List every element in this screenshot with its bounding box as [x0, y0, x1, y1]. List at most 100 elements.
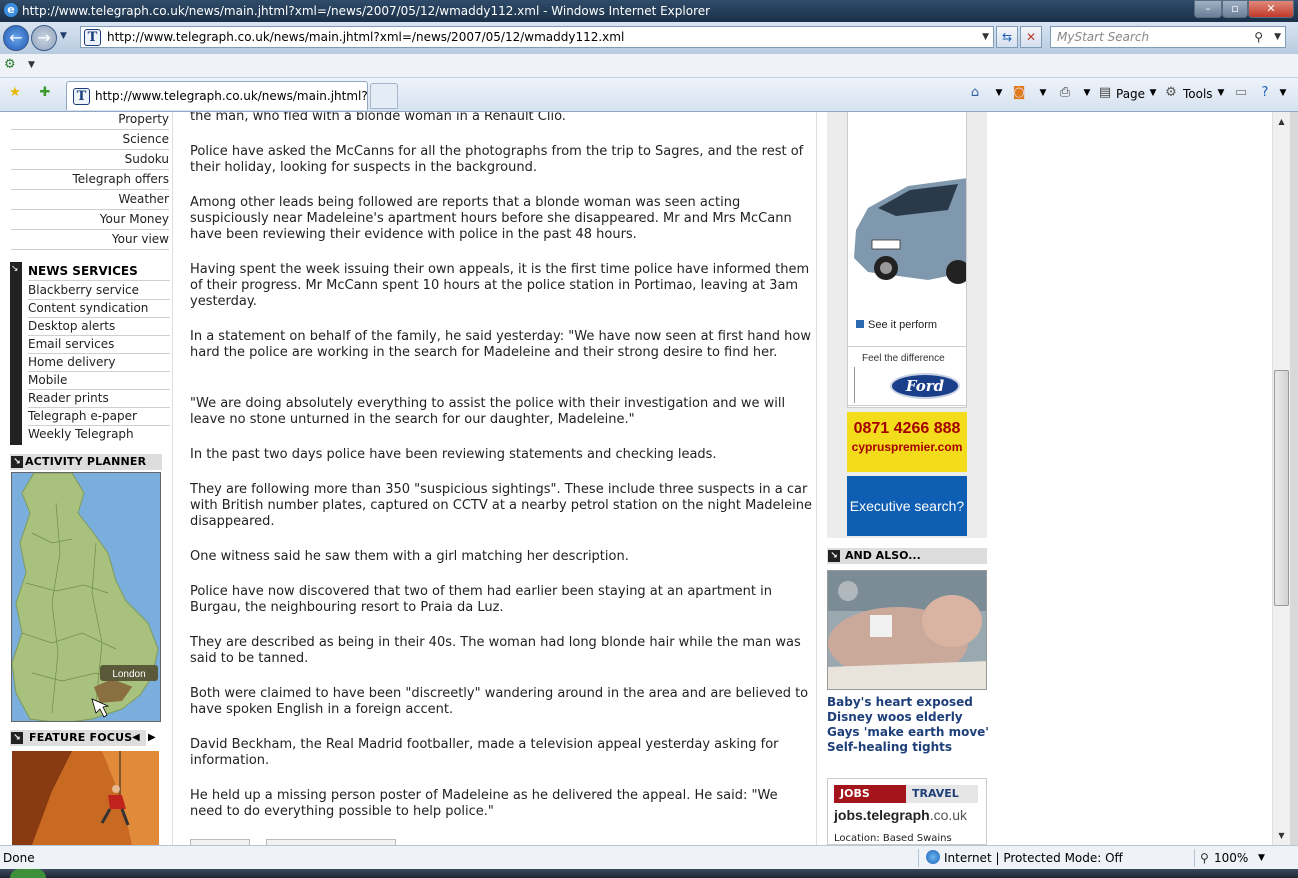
page-menu[interactable]: Page [1116, 85, 1145, 103]
service-weekly-telegraph[interactable]: Weekly Telegraph [28, 426, 170, 444]
and-also-link[interactable]: Baby's heart exposed [827, 695, 992, 710]
ford-divider [854, 367, 855, 403]
feeds-icon[interactable]: ◙ [1010, 84, 1028, 102]
feature-focus-title: FEATURE FOCUS [29, 731, 133, 744]
nav-link-your-money[interactable]: Your Money [11, 210, 169, 230]
search-placeholder: MyStart Search [1057, 30, 1150, 44]
new-tab-button[interactable] [370, 83, 398, 109]
stop-button[interactable]: ✕ [1020, 26, 1042, 48]
nav-link-telegraph-offers[interactable]: Telegraph offers [11, 170, 169, 190]
and-also-link[interactable]: Gays 'make earth move' [827, 725, 992, 740]
service-desktop-alerts[interactable]: Desktop alerts [28, 318, 170, 336]
tab-current[interactable]: T http://www.telegraph.co.uk/news/main.j… [66, 81, 368, 110]
search-input[interactable]: MyStart Search ⚲ ▼ [1050, 26, 1286, 48]
scrollbar-thumb[interactable] [1274, 370, 1289, 606]
tools-dropdown-icon[interactable]: ▼ [1212, 84, 1230, 102]
article-paragraph: Police have asked the McCanns for all th… [190, 144, 804, 175]
service-content-syndication[interactable]: Content syndication [28, 300, 170, 318]
print-icon[interactable]: ⎙ [1056, 84, 1074, 102]
nav-link-sudoku[interactable]: Sudoku [11, 150, 169, 170]
service-mobile[interactable]: Mobile [28, 372, 170, 390]
service-blackberry[interactable]: Blackberry service [28, 282, 170, 300]
links-dropdown-icon[interactable]: ▼ [28, 60, 35, 70]
jobs-logo-name: jobs.telegraph [834, 807, 930, 823]
refresh-button[interactable]: ⇆ [996, 26, 1018, 48]
zoom-level[interactable]: 100% [1214, 846, 1248, 870]
maximize-button[interactable]: ▫ [1222, 0, 1248, 18]
back-button[interactable]: ← [3, 25, 29, 51]
activity-planner-title: ACTIVITY PLANNER [25, 455, 147, 468]
zoom-dropdown-icon[interactable]: ▼ [1258, 846, 1265, 870]
baby-heart-image[interactable] [827, 570, 987, 690]
feature-focus-image[interactable] [12, 751, 159, 845]
forward-arrow-icon: → [37, 28, 51, 47]
jobs-logo: jobs.telegraph.co.uk [834, 807, 967, 823]
scroll-down-icon[interactable]: ▼ [1273, 828, 1290, 844]
search-icon[interactable]: ⚲ [1254, 27, 1263, 47]
feeds-dropdown-icon[interactable]: ▼ [1034, 84, 1052, 102]
tab-title: http://www.telegraph.co.uk/news/main.jht… [95, 89, 368, 103]
vertical-scrollbar[interactable]: ▲ ▼ [1272, 112, 1290, 845]
tab-jobs[interactable]: JOBS [834, 785, 906, 803]
and-also-link[interactable]: Disney woos elderly [827, 710, 992, 725]
article-paragraph: the man, who fled with a blonde woman in… [190, 112, 566, 124]
print-dropdown-icon[interactable]: ▼ [1078, 84, 1096, 102]
nav-link-weather[interactable]: Weather [11, 190, 169, 210]
feature-next-icon[interactable]: ▶ [148, 730, 156, 746]
home-dropdown-icon[interactable]: ▼ [990, 84, 1008, 102]
internet-globe-icon [926, 850, 940, 864]
help-icon[interactable]: ? [1256, 84, 1274, 102]
ford-tagline-box[interactable]: Feel the difference Ford [847, 346, 967, 406]
taskbar [0, 869, 1298, 878]
forward-button[interactable]: → [31, 25, 57, 51]
news-services-arrow-icon: ↘ [11, 264, 19, 274]
scroll-up-icon[interactable]: ▲ [1273, 114, 1290, 130]
recent-pages-dropdown-icon[interactable]: ▼ [60, 31, 67, 41]
links-bar: ⚙ ▼ [0, 54, 1298, 78]
activity-planner-map[interactable]: London [11, 472, 161, 722]
cyprus-premier-advert[interactable]: 0871 4266 888 cypruspremier.com [847, 412, 967, 472]
and-also-arrow-icon: ↘ [828, 550, 840, 562]
nav-link-science[interactable]: Science [11, 130, 169, 150]
ford-logo: Ford [890, 373, 960, 399]
page-dropdown-icon[interactable]: ▼ [1144, 84, 1162, 102]
article-paragraph: Both were claimed to have been "discreet… [190, 686, 809, 717]
see-it-perform-label: See it perform [868, 319, 938, 331]
left-navigation: Property Science Sudoku Telegraph offers… [10, 112, 172, 845]
refresh-icon: ⇆ [1001, 30, 1013, 44]
service-reader-prints[interactable]: Reader prints [28, 390, 170, 408]
activity-planner-header: ↘ ACTIVITY PLANNER [10, 454, 162, 470]
service-email[interactable]: Email services [28, 336, 170, 354]
nav-link-your-view[interactable]: Your view [11, 230, 169, 250]
help-dropdown-icon[interactable]: ▼ [1274, 84, 1292, 102]
favorites-star-icon[interactable]: ★ [6, 84, 24, 102]
nav-link-property[interactable]: Property [11, 112, 169, 130]
navigation-bar: ← → ▼ T http://www.telegraph.co.uk/news/… [0, 22, 1298, 54]
minimize-button[interactable]: – [1194, 0, 1222, 18]
status-divider [918, 849, 919, 867]
address-dropdown-icon[interactable]: ▼ [982, 27, 989, 47]
and-also-link[interactable]: Self-healing tights [827, 740, 992, 755]
start-orb-icon[interactable] [10, 869, 46, 878]
article-paragraph: Among other leads being followed are rep… [190, 195, 792, 242]
security-zone[interactable]: Internet | Protected Mode: Off [944, 846, 1123, 870]
home-icon[interactable]: ⌂ [966, 84, 984, 102]
browser-window: e http://www.telegraph.co.uk/news/main.j… [0, 0, 1298, 878]
service-home-delivery[interactable]: Home delivery [28, 354, 170, 372]
tools-menu[interactable]: Tools [1183, 85, 1213, 103]
search-dropdown-icon[interactable]: ▼ [1274, 27, 1281, 47]
research-icon[interactable]: ▭ [1232, 84, 1250, 102]
window-edge [1290, 112, 1298, 845]
see-it-perform-link[interactable]: See it perform [856, 319, 937, 331]
feature-prev-icon[interactable]: ◀ [132, 730, 140, 746]
climber-photo-graphic [12, 751, 159, 845]
add-favorites-icon[interactable]: ✚ [36, 84, 54, 102]
executive-search-advert[interactable]: Executive search? [847, 476, 967, 536]
close-window-button[interactable]: ✕ [1248, 0, 1294, 18]
address-bar[interactable]: T http://www.telegraph.co.uk/news/main.j… [80, 26, 994, 48]
web-slice-icon[interactable]: ⚙ [4, 57, 16, 72]
tab-travel[interactable]: TRAVEL [906, 785, 978, 803]
page-icon: ▤ [1098, 85, 1112, 100]
column-divider [172, 112, 173, 845]
service-e-paper[interactable]: Telegraph e-paper [28, 408, 170, 426]
